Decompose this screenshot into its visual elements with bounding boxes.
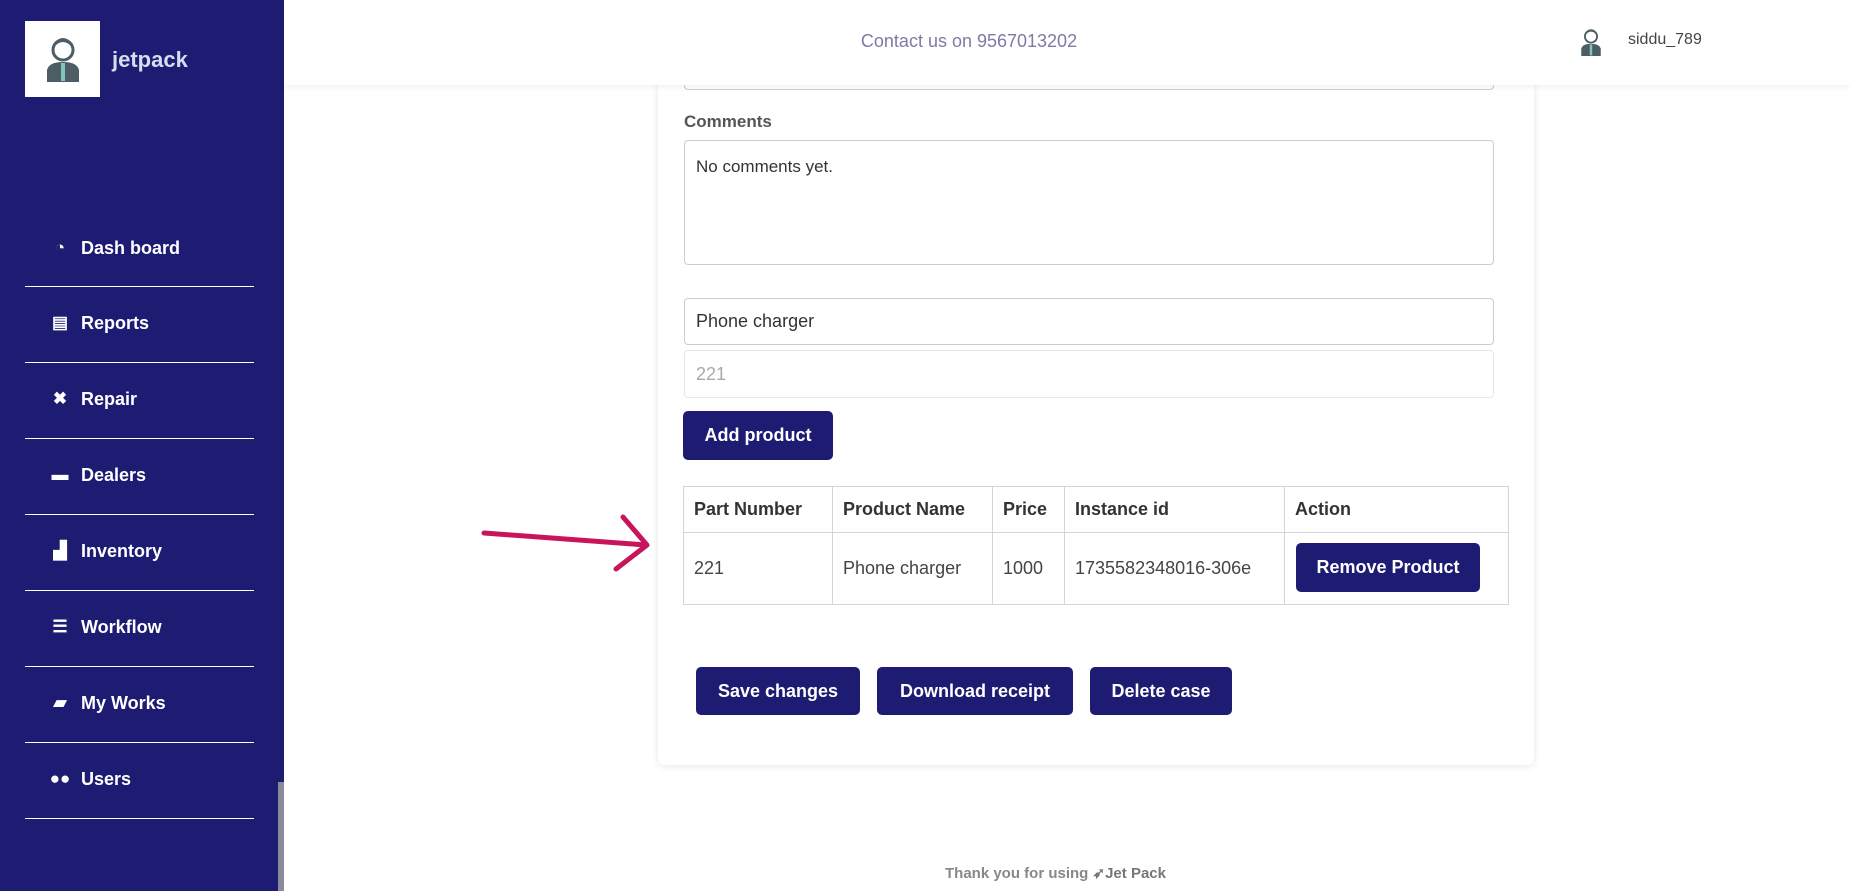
download-receipt-button[interactable]: Download receipt: [877, 667, 1073, 715]
column-header: Product Name: [832, 486, 993, 533]
column-header: Price: [992, 486, 1065, 533]
comments-label: Comments: [684, 112, 772, 131]
comments-textarea[interactable]: No comments yet.: [684, 140, 1494, 265]
sidebar-item-label: Users: [81, 768, 132, 789]
sidebar-item-inventory[interactable]: ▟ Inventory: [25, 513, 254, 589]
table-header-row: Part Number Product Name Price Instance …: [683, 486, 1509, 533]
list-check-icon: ☰: [52, 617, 68, 636]
part-number-cell: 221: [683, 532, 833, 605]
logo-avatar: [25, 21, 100, 97]
sidebar-scrollbar[interactable]: [278, 782, 284, 891]
contact-text: Contact us on 9567013202: [860, 31, 1078, 51]
folder-open-icon: ▰: [53, 693, 67, 712]
divider: [25, 818, 254, 819]
sidebar-item-dealers[interactable]: ▬ Dealers: [25, 437, 254, 513]
sidebar-item-label: Dealers: [81, 464, 147, 485]
sidebar-item-reports[interactable]: ▤ Reports: [25, 285, 254, 361]
store-icon: ▬: [51, 465, 69, 484]
gauge-icon: ◔: [54, 238, 66, 257]
sidebar-item-label: Reports: [81, 312, 150, 333]
sidebar-item-label: Workflow: [81, 616, 162, 637]
add-product-button[interactable]: Add product: [683, 411, 833, 460]
save-changes-button[interactable]: Save changes: [696, 667, 860, 715]
annotation-arrow-icon: [481, 514, 650, 572]
sidebar-item-workflow[interactable]: ☰ Workflow: [25, 589, 254, 665]
file-icon: ▤: [51, 313, 69, 332]
tools-icon: ✖: [52, 389, 68, 408]
column-header: Action: [1284, 486, 1509, 533]
instance-id-cell: 1735582348016-306e: [1064, 532, 1285, 605]
user-avatar-icon: [46, 38, 79, 82]
username[interactable]: siddu_789: [1628, 31, 1702, 49]
footer-brand: Jet Pack: [1105, 865, 1166, 882]
users-icon: ●●: [49, 769, 71, 788]
delete-case-button[interactable]: Delete case: [1090, 667, 1232, 715]
column-header: Part Number: [683, 486, 833, 533]
sidebar-item-label: My Works: [81, 692, 166, 713]
top-header: Contact us on 9567013202 siddu_789: [284, 0, 1850, 85]
sidebar-item-users[interactable]: ●● Users: [25, 741, 254, 817]
sidebar-item-label: Dash board: [81, 237, 181, 258]
user-icon[interactable]: [1579, 28, 1603, 56]
price-cell: 1000: [992, 532, 1065, 605]
product-name-input[interactable]: Phone charger: [684, 298, 1494, 345]
boxes-icon: ▟: [53, 541, 67, 560]
footer-text: Thank you for using: [945, 865, 1089, 882]
sidebar-item-repair[interactable]: ✖ Repair: [25, 361, 254, 437]
column-header: Instance id: [1064, 486, 1285, 533]
part-number-input[interactable]: 221: [684, 350, 1494, 398]
remove-product-button[interactable]: Remove Product: [1296, 543, 1480, 592]
rocket-icon: ➶: [1092, 865, 1106, 882]
sidebar: jetpack ◔ Dash board ▤ Reports ✖ Repair ▬ De…: [0, 0, 284, 891]
sidebar-item-my-works[interactable]: ▰ My Works: [25, 665, 254, 741]
sidebar-item-label: Inventory: [81, 540, 163, 561]
sidebar-item-label: Repair: [81, 388, 138, 409]
footer: Thank you for using ➶Jet Pack: [945, 864, 1166, 882]
product-name-cell: Phone charger: [832, 532, 993, 605]
brand-name: jetpack: [112, 47, 188, 72]
sidebar-item-dashboard[interactable]: ◔ Dash board: [25, 210, 254, 286]
